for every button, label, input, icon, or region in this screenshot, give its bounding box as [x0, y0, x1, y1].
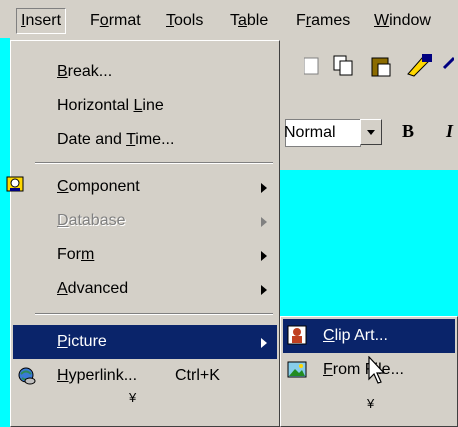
menu-item-label: From File... [323, 361, 404, 378]
menu-item-label: Break... [57, 63, 113, 80]
component-icon [6, 176, 24, 192]
submenu-arrow-icon [261, 338, 267, 348]
menu-item-hyperlink[interactable]: Hyperlink... Ctrl+K [13, 359, 277, 393]
menu-separator [35, 313, 273, 315]
menu-item-database: Database [13, 204, 277, 238]
hyperlink-icon [18, 367, 36, 385]
menu-item-label: Picture [57, 333, 107, 350]
document-canvas-strip [0, 38, 10, 427]
insert-menu: Break... Horizontal Line Date and Time..… [6, 40, 280, 427]
formatting-toolbar [280, 40, 458, 102]
expand-menu-icon[interactable]: ¥ [129, 391, 136, 404]
style-select[interactable]: Normal [284, 119, 361, 147]
menu-item-label: Component [57, 178, 140, 195]
menu-table[interactable]: Table [230, 9, 268, 33]
paste-icon [371, 57, 391, 77]
chevron-down-icon [367, 130, 375, 135]
menu-item-advanced[interactable]: Advanced [13, 272, 277, 306]
menu-bar: Insert Format Tools Table Frames Window [0, 0, 458, 38]
menu-item-label: Advanced [57, 280, 129, 297]
menu-window[interactable]: Window [374, 9, 431, 33]
menu-item-label: Date and Time... [57, 131, 175, 148]
menu-item-clip-art[interactable]: Clip Art... [283, 319, 455, 353]
menu-item-horizontal-line[interactable]: Horizontal Line [13, 89, 277, 123]
italic-button[interactable]: I [446, 121, 453, 142]
toolbar-icons [304, 54, 454, 77]
clipart-icon [287, 325, 307, 345]
document-canvas [280, 170, 458, 316]
format-painter-icon [407, 54, 432, 77]
menu-item-label: Clip Art... [323, 327, 388, 344]
submenu-arrow-icon [261, 217, 267, 227]
menu-tools[interactable]: Tools [166, 9, 203, 33]
from-file-icon [287, 361, 307, 378]
style-dropdown-button[interactable] [360, 119, 382, 145]
menu-format[interactable]: Format [90, 9, 141, 33]
menu-item-component[interactable]: Component [6, 170, 277, 204]
expand-submenu-icon[interactable]: ¥ [367, 397, 374, 410]
menu-frames[interactable]: Frames [296, 9, 350, 33]
cursor-icon [368, 356, 386, 384]
menu-separator [35, 162, 273, 164]
menu-item-break[interactable]: Break... [13, 55, 277, 89]
menu-item-form[interactable]: Form [13, 238, 277, 272]
ruler [280, 152, 458, 171]
shortcut-label: Ctrl+K [175, 367, 220, 384]
menu-insert[interactable]: Insert [16, 8, 67, 34]
submenu-arrow-icon [261, 251, 267, 261]
menu-item-picture[interactable]: Picture [13, 325, 277, 359]
menu-item-label: Form [57, 246, 95, 263]
menu-item-label: Database [57, 212, 126, 229]
menu-item-date-time[interactable]: Date and Time... [13, 123, 277, 157]
menu-item-label: Horizontal Line [57, 97, 164, 114]
undo-icon [442, 56, 454, 70]
submenu-arrow-icon [261, 285, 267, 295]
bold-button[interactable]: B [402, 121, 414, 142]
style-select-value: Normal [284, 124, 336, 141]
submenu-arrow-icon [261, 183, 267, 193]
menu-item-label: Hyperlink... [57, 367, 138, 384]
copy-icon [333, 55, 353, 76]
